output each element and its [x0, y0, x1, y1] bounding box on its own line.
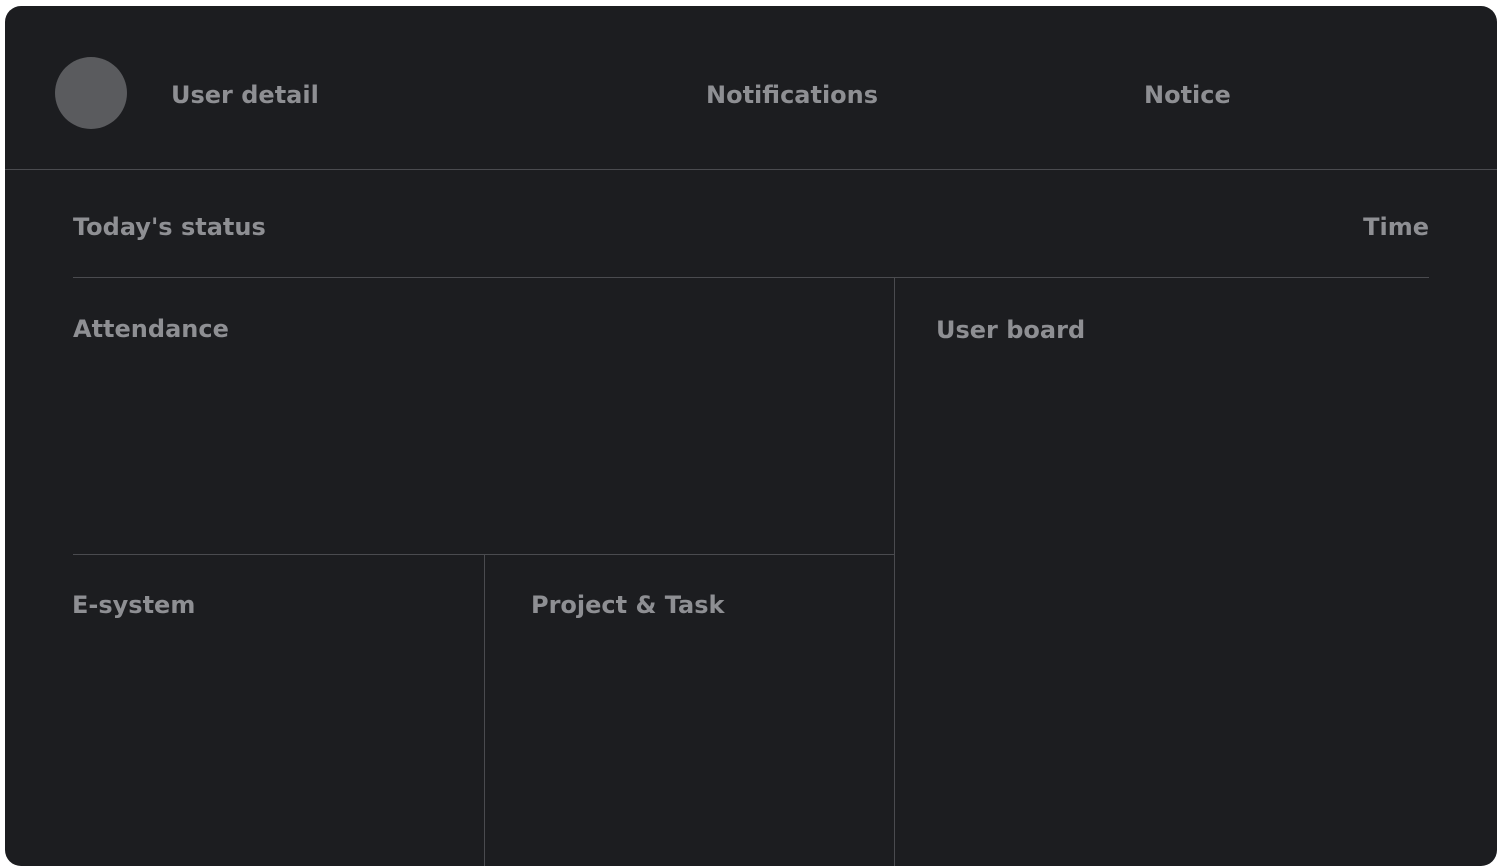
notice-link[interactable]: Notice — [1144, 83, 1231, 107]
notifications-link[interactable]: Notifications — [706, 83, 878, 107]
user-board-divider — [894, 277, 895, 866]
e-system-panel-title: E-system — [72, 591, 196, 619]
e-system-divider — [484, 554, 485, 866]
project-task-panel-title: Project & Task — [531, 591, 725, 619]
user-board-panel-title: User board — [936, 316, 1086, 344]
app-window: User detail Notifications Notice Today's… — [5, 6, 1497, 866]
header-divider — [5, 169, 1497, 170]
status-divider — [73, 277, 1429, 278]
todays-status-title: Today's status — [73, 213, 266, 241]
avatar[interactable] — [55, 57, 127, 129]
user-detail-link[interactable]: User detail — [171, 83, 319, 107]
attendance-panel-title: Attendance — [73, 315, 229, 343]
time-label: Time — [1363, 213, 1429, 241]
